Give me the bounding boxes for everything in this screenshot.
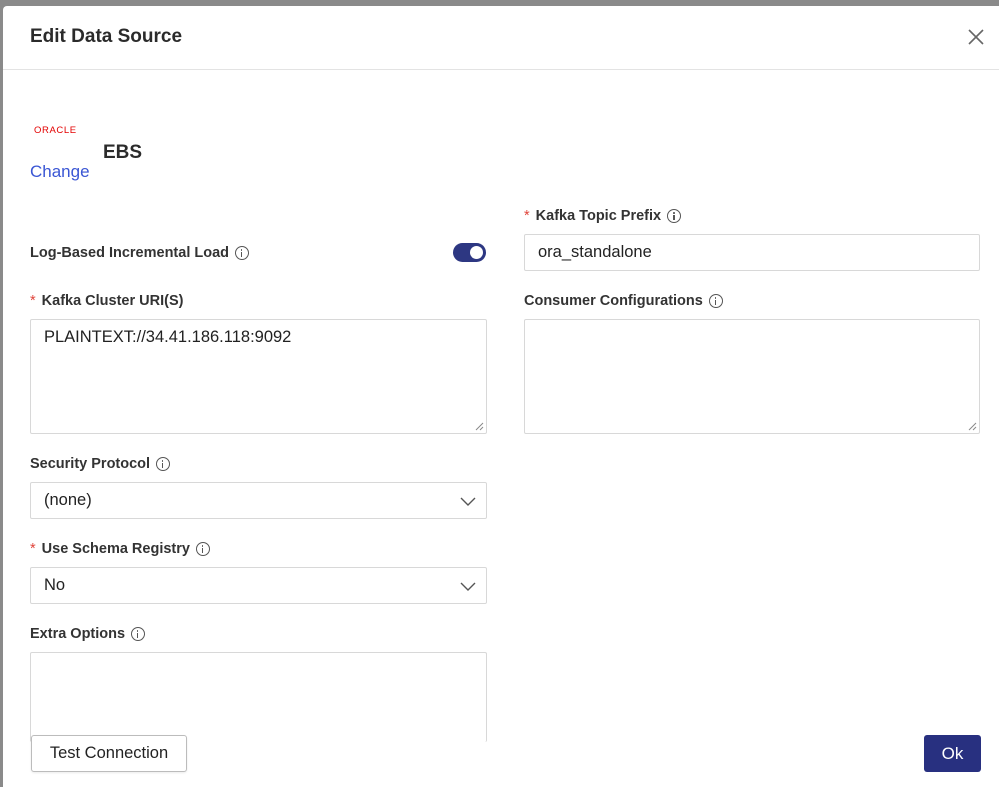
- oracle-logo: ORACLE: [34, 125, 77, 136]
- kafka-topic-prefix-input[interactable]: ora_standalone: [524, 234, 980, 271]
- consumer-config-label: Consumer Configurations: [524, 293, 723, 309]
- toggle-knob: [470, 246, 483, 259]
- security-protocol-label: Security Protocol: [30, 456, 171, 472]
- ok-button[interactable]: Ok: [924, 735, 981, 772]
- required-marker: *: [30, 541, 36, 557]
- chevron-down-icon: [460, 582, 476, 591]
- extra-options-input[interactable]: [30, 652, 487, 742]
- log-based-label: Log-Based Incremental Load: [30, 245, 250, 261]
- close-icon[interactable]: [967, 28, 985, 46]
- required-marker: *: [30, 293, 36, 309]
- info-icon[interactable]: [195, 542, 210, 556]
- resize-handle-icon[interactable]: [968, 422, 977, 431]
- source-name: EBS: [103, 142, 143, 163]
- kafka-cluster-input[interactable]: PLAINTEXT://34.41.186.118:9092: [30, 319, 487, 434]
- dialog-title: Edit Data Source: [30, 26, 183, 47]
- log-based-toggle[interactable]: [453, 243, 486, 262]
- test-connection-button[interactable]: Test Connection: [31, 735, 187, 772]
- schema-registry-select[interactable]: No: [30, 567, 487, 604]
- info-icon[interactable]: [667, 209, 682, 223]
- info-icon[interactable]: [235, 246, 250, 260]
- info-icon[interactable]: [156, 457, 171, 471]
- chevron-down-icon: [460, 497, 476, 506]
- svg-text:ORACLE: ORACLE: [34, 125, 77, 136]
- kafka-topic-prefix-label: * Kafka Topic Prefix: [524, 208, 682, 224]
- required-marker: *: [524, 208, 530, 224]
- info-icon[interactable]: [708, 294, 723, 308]
- consumer-config-input[interactable]: [524, 319, 980, 434]
- edit-data-source-dialog: Edit Data Source ORACLE Change EBS Log-B…: [3, 6, 999, 787]
- change-source-link[interactable]: Change: [30, 162, 90, 182]
- info-icon[interactable]: [131, 627, 146, 641]
- dialog-header: Edit Data Source: [3, 6, 999, 70]
- security-protocol-select[interactable]: (none): [30, 482, 487, 519]
- extra-options-label: Extra Options: [30, 626, 146, 642]
- schema-registry-label: * Use Schema Registry: [30, 541, 210, 557]
- resize-handle-icon[interactable]: [475, 422, 484, 431]
- kafka-cluster-label: * Kafka Cluster URI(S): [30, 293, 184, 309]
